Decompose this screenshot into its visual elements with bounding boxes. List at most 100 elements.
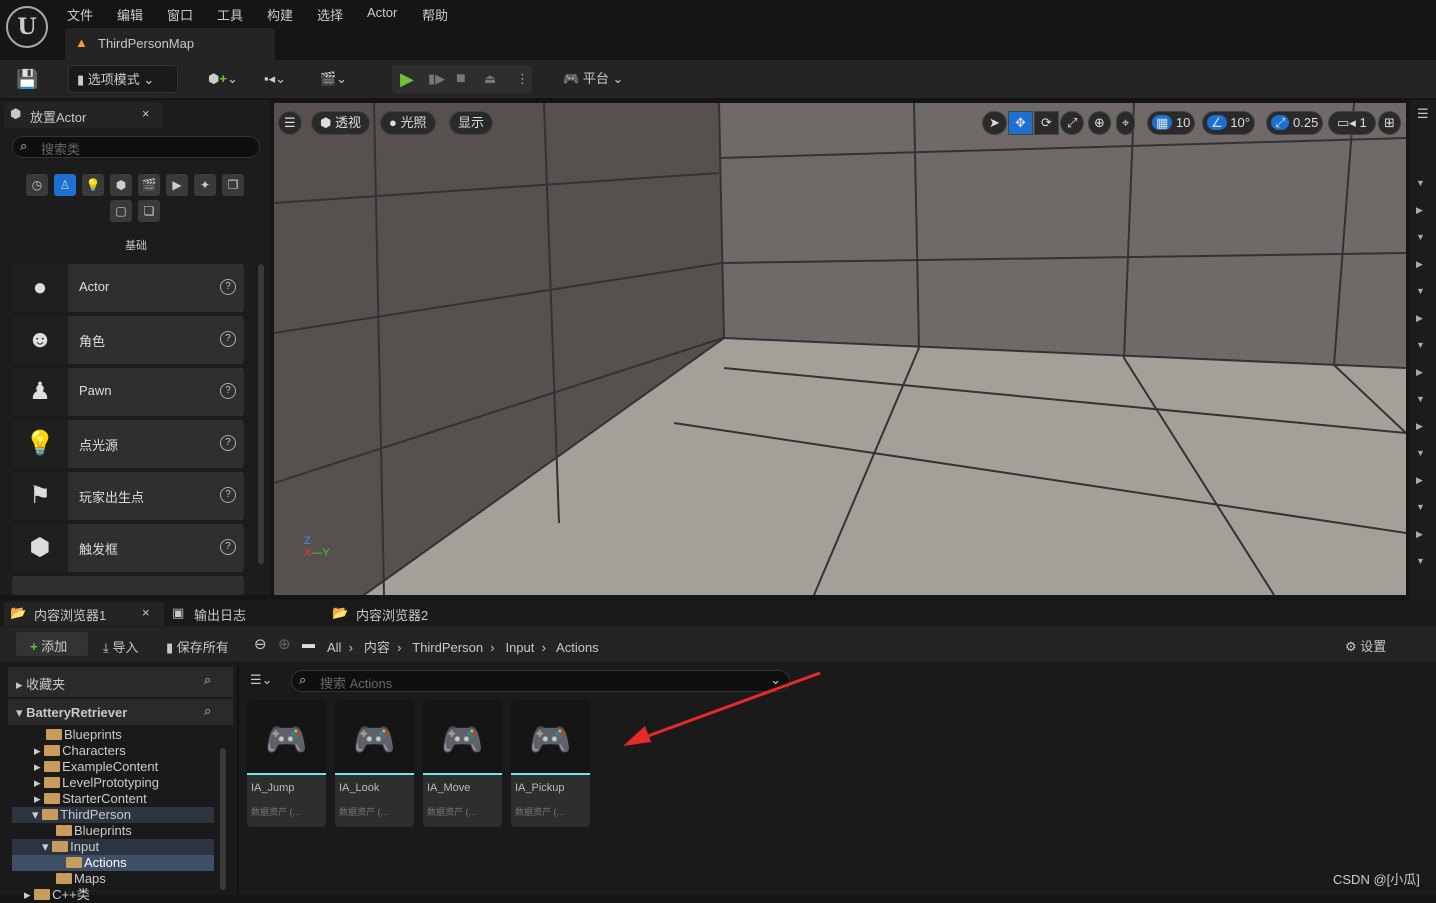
unreal-logo[interactable]: U (6, 6, 48, 48)
select-tool[interactable]: ➤ (982, 111, 1007, 135)
perspective-button[interactable]: ⬢ 透视 (311, 111, 370, 135)
crumb-actions[interactable]: Actions (556, 640, 599, 655)
camera-speed[interactable]: ▭◂ 1 (1328, 111, 1376, 135)
menu-help[interactable]: 帮助 (422, 5, 448, 24)
crumb-content[interactable]: 内容 (364, 640, 390, 655)
outliner-icon[interactable]: ☰ (1417, 106, 1429, 122)
character-item[interactable]: ☻ 角色? (12, 316, 244, 364)
volumes-icon[interactable]: ✦ (194, 174, 216, 196)
help-icon[interactable]: ? (220, 435, 236, 451)
tab-content-browser-1[interactable]: 📂 内容浏览器1 × (4, 602, 164, 626)
eject-icon[interactable]: ⏏ (484, 65, 496, 93)
tree-item[interactable]: Maps (12, 871, 214, 887)
actor-item[interactable]: ● Actor? (12, 264, 244, 312)
pawn-item[interactable]: ♟ Pawn? (12, 368, 244, 416)
mode-dropdown[interactable]: ▮ 选项模式 ⌄ (68, 65, 178, 93)
menu-tools[interactable]: 工具 (217, 5, 243, 24)
add-actor-icon[interactable]: ⬢+⌄ (208, 65, 238, 93)
move-tool[interactable]: ✥ (1008, 111, 1033, 135)
actor-search-input[interactable]: ⌕ 搜索类 (12, 136, 260, 158)
help-icon[interactable]: ? (220, 279, 236, 295)
tree-item[interactable]: ▸ LevelPrototyping (12, 775, 214, 791)
show-button[interactable]: 显示 (449, 111, 494, 135)
tree-item[interactable]: ▾ ThirdPerson (12, 807, 214, 823)
tree-item[interactable]: ▸ ExampleContent (12, 759, 214, 775)
lighting-button[interactable]: ● 光照 (380, 111, 436, 135)
tree-item[interactable]: ▸ C++类 (12, 887, 214, 903)
cinematics-icon[interactable]: 🎬⌄ (320, 65, 347, 93)
basic-icon[interactable]: ♙ (54, 174, 76, 196)
scrollbar[interactable] (258, 264, 264, 564)
tree-item[interactable]: ▸ StarterContent (12, 791, 214, 807)
tree-arrows[interactable]: ▼ ▶ ▼ ▶ ▼ ▶ ▼ ▶ ▼ ▶ ▼ ▶ ▼ ▶ ▼ (1416, 170, 1425, 575)
menu-select[interactable]: 选择 (317, 5, 343, 24)
help-icon[interactable]: ? (220, 383, 236, 399)
crumb-all[interactable]: All (327, 640, 341, 655)
back-icon[interactable]: ⊖ (254, 635, 267, 653)
blueprint-icon[interactable]: ▪◂⌄ (264, 65, 286, 93)
menu-window[interactable]: 窗口 (167, 5, 193, 24)
player-start-item[interactable]: ⚑ 玩家出生点? (12, 472, 244, 520)
settings-button[interactable]: ⚙ 设置 (1345, 636, 1386, 655)
menu-edit[interactable]: 编辑 (117, 5, 143, 24)
grid-snap[interactable]: ▦ 10 (1147, 111, 1196, 135)
asset-card[interactable]: 🎮 IA_Move 数据资产 (... (423, 700, 502, 827)
add-button[interactable]: + 添加 (16, 632, 88, 656)
shapes-icon[interactable]: ⬢ (110, 174, 132, 196)
filter-icon[interactable]: ☰⌄ (250, 672, 273, 688)
tree-item[interactable]: ▾ Input (12, 839, 214, 855)
menu-file[interactable]: 文件 (67, 5, 93, 24)
crumb-thirdperson[interactable]: ThirdPerson (412, 640, 483, 655)
favorites-section[interactable]: ▸ 收藏夹 ⌕ (8, 667, 233, 697)
tree-item-selected[interactable]: Actions (12, 855, 214, 871)
recent-icon[interactable]: ◷ (26, 174, 48, 196)
forward-icon[interactable]: ⊕ (278, 635, 291, 653)
help-icon[interactable]: ? (220, 331, 236, 347)
geometry-icon[interactable]: ▢ (110, 200, 132, 222)
search-icon[interactable]: ⌕ (204, 672, 211, 688)
tab-content-browser-2[interactable]: 📂 内容浏览器2 (326, 602, 428, 626)
tree-item[interactable]: Blueprints (12, 727, 214, 743)
stop-icon[interactable]: ■ (456, 65, 466, 93)
asset-card[interactable]: 🎮 IA_Pickup 数据资产 (... (511, 700, 590, 827)
level-viewport[interactable]: ☰ ⬢ 透视 ● 光照 显示 ➤ ✥ ⟳ ⤢ ⊕ ⌖ ▦ 10 ∠ 10° ⤢ … (274, 103, 1406, 595)
all-classes-icon[interactable]: ❐ (222, 174, 244, 196)
scale-snap[interactable]: ⤢ 0.25 (1266, 111, 1324, 135)
asset-card[interactable]: 🎮 IA_Look 数据资产 (... (335, 700, 414, 827)
rotate-tool[interactable]: ⟳ (1034, 111, 1059, 135)
import-button[interactable]: ⤓ 导入 (103, 637, 138, 656)
surface-snap-toggle[interactable]: ⌖ (1116, 111, 1136, 135)
asset-card[interactable]: 🎮 IA_Jump 数据资产 (... (247, 700, 326, 827)
cinematic-icon[interactable]: 🎬 (138, 174, 160, 196)
close-icon[interactable]: × (142, 106, 150, 121)
platform-dropdown[interactable]: 🎮 平台 ⌄ (563, 65, 623, 93)
placed-icon[interactable]: ❏ (138, 200, 160, 222)
tree-scrollbar[interactable] (220, 748, 226, 890)
light-icon[interactable]: 💡 (82, 174, 104, 196)
menu-build[interactable]: 构建 (267, 5, 293, 24)
help-icon[interactable]: ? (220, 487, 236, 503)
tab-output-log[interactable]: ▣ 输出日志 (164, 602, 246, 626)
tree-item[interactable]: ▸ Characters (12, 743, 214, 759)
crumb-input[interactable]: Input (505, 640, 534, 655)
map-tab[interactable]: ▲ ThirdPersonMap (65, 28, 275, 60)
search-icon[interactable]: ⌕ (204, 703, 211, 719)
place-actor-tab[interactable]: ⬢ 放置Actor × (4, 102, 162, 128)
visual-effects-icon[interactable]: ▶ (166, 174, 188, 196)
viewport-menu-icon[interactable]: ☰ (278, 111, 302, 135)
close-icon[interactable]: × (142, 605, 150, 620)
more-icon[interactable]: ⋮ (516, 65, 529, 93)
layout-icon[interactable]: ⊞ (1378, 111, 1401, 135)
rotation-snap[interactable]: ∠ 10° (1202, 111, 1255, 135)
play-icon[interactable]: ▶ (400, 65, 414, 93)
world-space-toggle[interactable]: ⊕ (1088, 111, 1111, 135)
help-icon[interactable]: ? (220, 539, 236, 555)
tree-item[interactable]: Blueprints (12, 823, 214, 839)
actor-item-partial[interactable] (12, 576, 244, 595)
save-icon[interactable]: 💾 (16, 65, 38, 93)
trigger-box-item[interactable]: ⬢ 触发框? (12, 524, 244, 572)
save-all-button[interactable]: ▮ 保存所有 (166, 637, 229, 656)
point-light-item[interactable]: 💡 点光源? (12, 420, 244, 468)
menu-actor[interactable]: Actor (367, 5, 397, 20)
project-section[interactable]: ▾ BatteryRetriever ⌕ (8, 699, 233, 725)
